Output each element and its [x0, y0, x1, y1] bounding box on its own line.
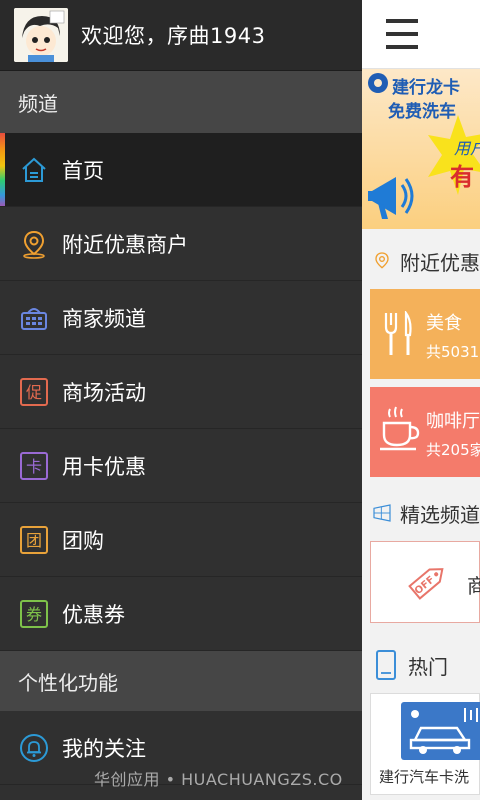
card-icon: 卡: [18, 450, 50, 482]
svg-text:促: 促: [26, 383, 42, 402]
drawer-item-nearby-merchants[interactable]: 附近优惠商户: [0, 207, 362, 281]
featured-channel-text: 商: [467, 574, 480, 598]
drawer-item-label: 商家频道: [62, 306, 146, 331]
drawer-item-home[interactable]: 首页: [0, 133, 362, 207]
watermark-text: 华创应用 • HUACHUANGZS.CO: [94, 770, 343, 789]
drawer-item-label: 用卡优惠: [62, 454, 146, 479]
category-name: 美食: [426, 313, 462, 334]
drawer-item-card-offers[interactable]: 卡 用卡优惠: [0, 429, 362, 503]
drawer-item-label: 我的关注: [62, 736, 146, 761]
hot-item-caption: 建行汽车卡洗: [379, 768, 470, 786]
shop-basket-icon: [18, 302, 50, 334]
windows-tile-icon: [373, 504, 391, 522]
drawer-item-label: 团购: [62, 528, 104, 553]
avatar-cartoon-icon: [14, 8, 68, 62]
coffee-cup-icon: [380, 406, 420, 451]
drawer-item-mall-events[interactable]: 促 商场活动: [0, 355, 362, 429]
category-text: 咖啡厅 共205家: [426, 407, 480, 460]
section-header-personal: 个性化功能: [0, 651, 362, 711]
drawer-header: 欢迎您，序曲1943: [0, 0, 362, 71]
avatar[interactable]: [14, 8, 68, 62]
fork-knife-icon: [384, 311, 412, 355]
promo-banner[interactable]: 建行龙卡 免费洗车 用户 有: [362, 69, 480, 229]
drawer-item-group-buy[interactable]: 团 团购: [0, 503, 362, 577]
banner-line-3: 用户: [454, 139, 480, 158]
group-buy-icon: 团: [18, 524, 50, 556]
active-indicator: [0, 133, 5, 206]
location-pin-icon: [375, 252, 389, 269]
car-wash-icon: [401, 702, 480, 760]
banner-line-4: 有: [450, 163, 474, 191]
drawer-item-merchant-channel[interactable]: 商家频道: [0, 281, 362, 355]
category-name: 咖啡厅: [426, 411, 480, 432]
top-app-bar: [362, 0, 480, 69]
category-count: 共5031: [426, 343, 480, 361]
banner-line-1: 建行龙卡: [392, 78, 460, 98]
navigation-drawer: 欢迎您，序曲1943 频道 首页 附近优惠商户 商家频道 促 商场活动 卡 用卡…: [0, 0, 362, 800]
section-header-channels: 频道: [0, 71, 362, 133]
home-icon: [18, 154, 50, 186]
nearby-section-title: 附近优惠: [362, 233, 480, 289]
megaphone-icon: [368, 177, 414, 219]
bell-icon: [18, 732, 50, 764]
category-food[interactable]: 美食 共5031: [370, 289, 480, 379]
nearby-section-label: 附近优惠: [400, 250, 480, 275]
bank-logo-icon: [368, 73, 388, 93]
svg-text:团: 团: [26, 531, 42, 550]
phone-icon: [376, 650, 396, 680]
category-count: 共205家: [426, 441, 480, 459]
category-text: 美食 共5031: [426, 309, 479, 362]
off-tag-icon: OFF: [408, 568, 444, 600]
featured-section-label: 精选频道: [400, 502, 480, 527]
svg-text:卡: 卡: [26, 457, 42, 476]
promo-tag-icon: 促: [18, 376, 50, 408]
drawer-item-label: 优惠券: [62, 602, 125, 627]
svg-text:券: 券: [26, 605, 42, 624]
drawer-item-label: 首页: [62, 158, 104, 183]
drawer-item-label: 附近优惠商户: [62, 232, 188, 257]
hot-section-title: 热门: [362, 637, 480, 693]
featured-section-title: 精选频道: [362, 485, 480, 541]
drawer-item-coupons[interactable]: 券 优惠券: [0, 577, 362, 651]
hot-section-label: 热门: [408, 654, 448, 679]
location-pin-icon: [18, 228, 50, 260]
coupon-icon: 券: [18, 598, 50, 630]
featured-channel-card[interactable]: OFF 商: [370, 541, 480, 623]
hot-item-card[interactable]: 建行汽车卡洗: [370, 693, 480, 795]
main-content: 建行龙卡 免费洗车 用户 有 附近优惠 美食: [362, 0, 480, 800]
drawer-item-label: 商场活动: [62, 380, 146, 405]
menu-hamburger-icon[interactable]: [386, 19, 418, 49]
category-cafe[interactable]: 咖啡厅 共205家: [370, 387, 480, 477]
welcome-text: 欢迎您，序曲1943: [81, 24, 266, 48]
